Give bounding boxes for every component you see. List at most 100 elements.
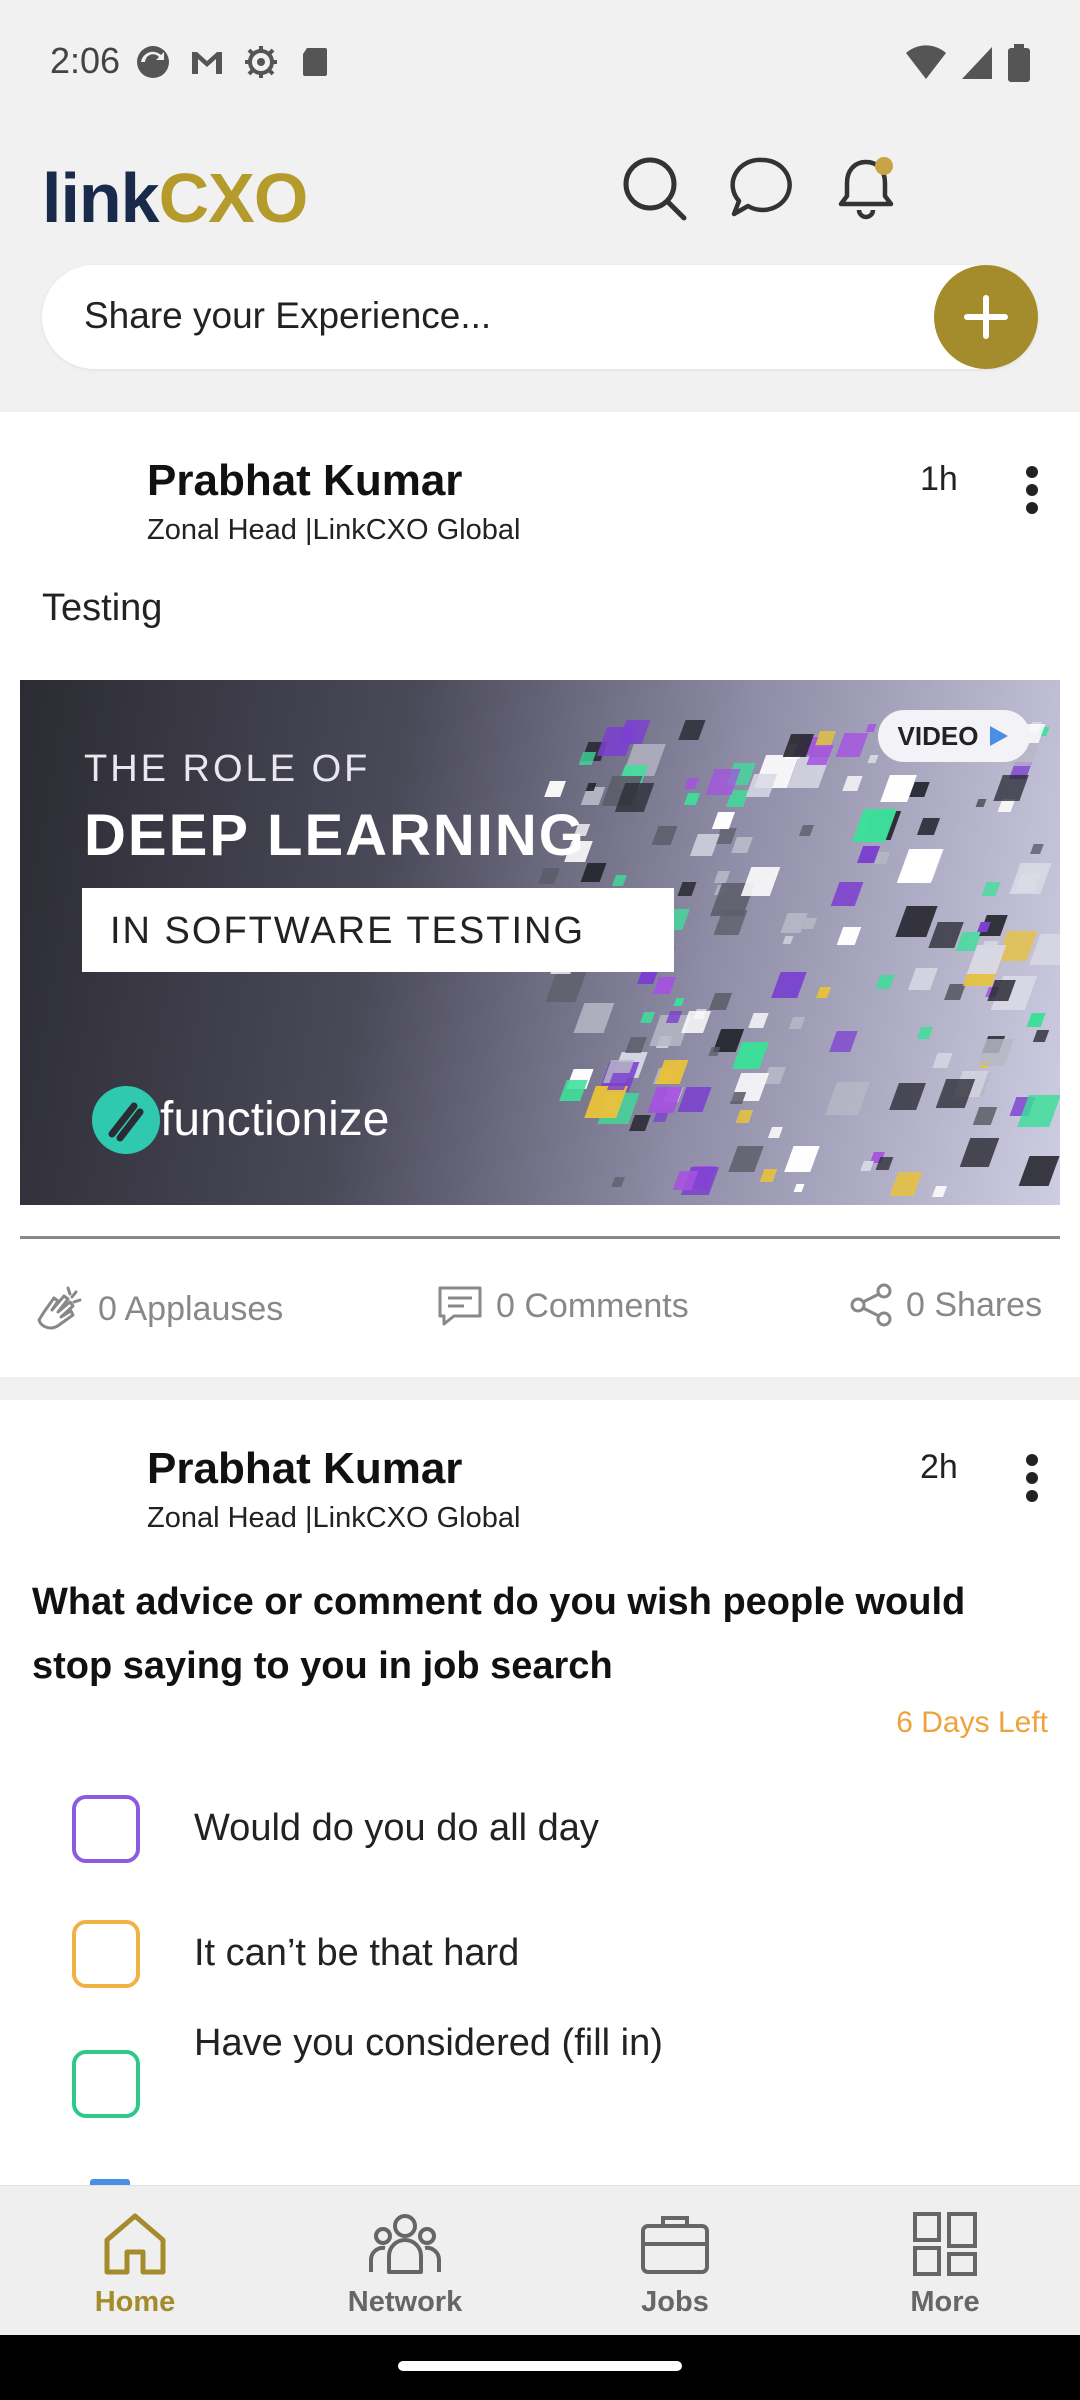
share-placeholder: Share your Experience... <box>84 295 492 336</box>
comments-button[interactable]: 0 Comments <box>436 1282 689 1330</box>
nav-more[interactable]: More <box>845 2204 1045 2319</box>
voxel-cube <box>859 1161 874 1172</box>
nav-home[interactable]: Home <box>35 2204 235 2319</box>
status-time: 2:06 <box>50 40 121 81</box>
logo-cxo-text: CXO <box>158 159 309 237</box>
network-icon <box>368 2214 442 2274</box>
poll-card: Prabhat Kumar Zonal Head |LinkCXO Global… <box>0 1400 1080 2185</box>
poll-option-checkbox[interactable] <box>72 2050 140 2118</box>
nav-jobs-label: Jobs <box>641 2286 709 2318</box>
poll-question: What advice or comment do you wish peopl… <box>32 1581 966 1687</box>
voxel-cube <box>975 798 987 807</box>
voxel-cube <box>993 775 1030 802</box>
voxel-cube <box>1026 1012 1047 1028</box>
sync-icon <box>135 44 171 80</box>
sd-card-icon <box>297 44 333 80</box>
voxel-cube <box>729 1091 747 1105</box>
post-media-video[interactable]: THE ROLE OF DEEP LEARNING IN SOFTWARE TE… <box>20 680 1060 1205</box>
more-options-icon[interactable] <box>1010 1450 1054 1506</box>
voxel-cube <box>655 1059 689 1085</box>
home-gesture-bar[interactable] <box>398 2361 682 2371</box>
nav-home-label: Home <box>94 2286 176 2318</box>
voxel-cube <box>842 775 863 791</box>
poll-option[interactable]: It can’t be that hard <box>72 1920 519 1988</box>
voxel-cube <box>932 1052 954 1068</box>
poll-days-left: 6 Days Left <box>896 1706 1048 1739</box>
voxel-cube <box>972 1107 998 1125</box>
nav-jobs[interactable]: Jobs <box>575 2204 775 2319</box>
post-card: Prabhat Kumar Zonal Head |LinkCXO Global… <box>0 412 1080 1377</box>
share-icon <box>850 1283 892 1327</box>
voxel-cube <box>825 1082 871 1116</box>
voxel-cube <box>1033 1029 1050 1042</box>
play-icon <box>990 726 1009 746</box>
author-title: Zonal Head |LinkCXO Global <box>147 514 521 546</box>
voxel-cube <box>673 997 685 1006</box>
voxel-cube <box>829 1030 858 1052</box>
status-bar: 2:06 <box>0 0 1080 130</box>
share-experience-input[interactable]: Share your Experience... <box>42 265 1038 369</box>
battery-icon <box>1008 44 1030 87</box>
nav-network[interactable]: Network <box>305 2204 505 2319</box>
voxel-cube <box>798 825 814 836</box>
voxel-cube <box>917 818 941 836</box>
post-time: 2h <box>920 1448 958 1486</box>
avatar[interactable] <box>42 1450 132 1540</box>
voxel-cube <box>788 1017 805 1030</box>
system-icons <box>906 44 1030 87</box>
poll-option-checkbox[interactable] <box>72 1795 140 1863</box>
divider <box>20 1236 1060 1239</box>
shares-button[interactable]: 0 Shares <box>848 1282 1042 1328</box>
poll-option[interactable]: Would do you do all day <box>72 1795 599 1863</box>
voxel-cube <box>981 881 1002 897</box>
author-name[interactable]: Prabhat Kumar <box>147 1444 462 1494</box>
voxel-cube <box>714 870 731 883</box>
bell-icon[interactable] <box>830 152 902 224</box>
voxel-cube <box>544 781 567 798</box>
nav-network-label: Network <box>347 2286 463 2318</box>
applause-count: 0 Applauses <box>98 1289 284 1328</box>
grid-icon <box>913 2212 977 2276</box>
linkcxo-logo[interactable]: linkCXO <box>42 158 309 238</box>
poll-option[interactable]: Have you considered (fill in) <box>72 2022 663 2118</box>
create-post-button[interactable] <box>934 265 1038 369</box>
voxel-cube <box>780 912 809 933</box>
voxel-cube <box>944 983 966 1000</box>
voxel-cube <box>771 971 806 998</box>
voxel-cube <box>907 967 938 990</box>
voxel-cube <box>816 986 832 998</box>
avatar[interactable] <box>42 462 132 552</box>
voxel-cube <box>759 1169 778 1183</box>
voxel-cube <box>896 848 943 883</box>
voxel-cube <box>935 1078 975 1108</box>
voxel-cube <box>651 826 678 846</box>
video-badge-label: VIDEO <box>897 720 979 751</box>
voxel-cube <box>678 720 706 740</box>
voxel-cube <box>728 1145 764 1172</box>
author-name[interactable]: Prabhat Kumar <box>147 456 462 506</box>
app-header: linkCXO Share your Experience... <box>0 130 1080 410</box>
poll-option-checkbox[interactable] <box>72 1920 140 1988</box>
chat-icon[interactable] <box>726 152 798 224</box>
share-count: 0 Shares <box>906 1285 1043 1324</box>
voxel-cube <box>748 1012 769 1028</box>
voxel-cube <box>610 1177 625 1188</box>
applause-button[interactable]: 0 Applauses <box>32 1282 283 1336</box>
voxel-cube <box>559 1080 588 1102</box>
voxel-cube <box>690 834 720 856</box>
search-icon[interactable] <box>618 152 690 224</box>
applause-icon <box>37 1286 82 1330</box>
home-icon <box>104 2213 166 2275</box>
voxel-cube <box>1030 844 1044 854</box>
functionize-logo-icon <box>90 1084 162 1156</box>
nav-more-label: More <box>910 2286 980 2318</box>
settings-icon <box>243 44 279 80</box>
voxel-cube <box>867 754 880 764</box>
logo-link-text: link <box>42 159 160 237</box>
notification-icons <box>135 44 333 80</box>
more-options-icon[interactable] <box>1010 462 1054 518</box>
poll-option-label: Would do you do all day <box>194 1807 599 1849</box>
post-text: Testing <box>42 587 163 629</box>
voxel-cube <box>683 793 700 805</box>
voxel-cube <box>890 1171 923 1196</box>
